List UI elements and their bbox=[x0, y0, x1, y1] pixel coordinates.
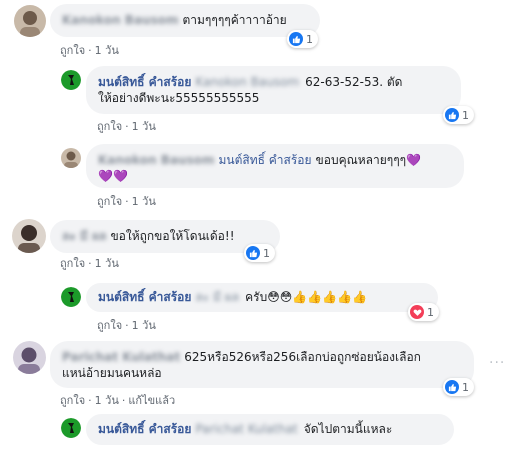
like-link[interactable]: ถูกใจ bbox=[60, 257, 85, 270]
avatar[interactable] bbox=[13, 341, 46, 374]
comment-actions: ถูกใจ · 1 วัน bbox=[97, 195, 156, 208]
like-link[interactable]: ถูกใจ bbox=[97, 120, 122, 133]
avatar[interactable] bbox=[61, 148, 81, 168]
reaction-count: 1 bbox=[427, 305, 434, 319]
more-options-icon[interactable]: ··· bbox=[489, 355, 505, 371]
mention-tag[interactable]: มนต์สิทธิ์ คำสร้อย bbox=[218, 153, 311, 167]
timestamp[interactable]: 1 วัน bbox=[95, 44, 119, 57]
comment-bubble: มนต์สิทธิ์ คำสร้อย Parichat Kulathat จัดไป… bbox=[86, 414, 454, 445]
comment-bubble: Kanokon Bausom มนต์สิทธิ์ คำสร้อย ขอบคุณหล… bbox=[86, 144, 464, 188]
reaction-badge[interactable]: 1 bbox=[408, 303, 439, 321]
comment-text-line-1: ขอบคุณหลายๆๆๆ💜 bbox=[315, 153, 422, 167]
like-icon bbox=[445, 108, 459, 122]
like-link[interactable]: ถูกใจ bbox=[60, 44, 85, 57]
comment-text: ตามๆๆๆๆค้าาาาอ้าย bbox=[182, 13, 287, 27]
comment-actions: ถูกใจ · 1 วัน · แก้ไขแล้ว bbox=[60, 394, 176, 407]
comment-text-line-1: 625หรือ526หรือ256เลือกบ่อถูกซ่อยน้องเลือ… bbox=[184, 350, 421, 364]
timestamp[interactable]: 1 วัน bbox=[132, 195, 156, 208]
comment-actions: ถูกใจ · 1 วัน bbox=[97, 120, 156, 133]
comment-author[interactable]: มนต์สิทธิ์ คำสร้อย bbox=[98, 75, 191, 89]
comment-author[interactable]: Kanokon Bausom bbox=[98, 153, 214, 167]
reaction-badge[interactable]: 1 bbox=[244, 244, 275, 262]
comment-actions: ถูกใจ · 1 วัน bbox=[60, 257, 119, 270]
comment-author[interactable]: Kanokon Bausom bbox=[62, 13, 178, 27]
comment-bubble: Parichat Kulathat 625หรือ526หรือ256เลือกบ… bbox=[50, 341, 474, 388]
avatar[interactable] bbox=[61, 70, 81, 90]
like-icon bbox=[289, 32, 303, 46]
reaction-count: 1 bbox=[263, 246, 270, 260]
comment-author[interactable]: มนต์สิทธิ์ คำสร้อย bbox=[98, 290, 191, 304]
comment-text: ขอให้ถูกขอให้โดนเด้อ!! bbox=[110, 229, 235, 243]
mention-tag[interactable]: Kanokon Bausom bbox=[195, 75, 299, 89]
comment-author[interactable]: ละ มี ผล bbox=[62, 229, 106, 243]
comment-bubble: มนต์สิทธิ์ คำสร้อย Kanokon Bausom 62-63-52… bbox=[86, 66, 461, 114]
comment-bubble: มนต์สิทธิ์ คำสร้อย ละ มี ผล ครับ😳😳👍👍👍👍👍 bbox=[86, 283, 438, 312]
like-link[interactable]: ถูกใจ bbox=[60, 394, 85, 407]
like-icon bbox=[445, 380, 459, 394]
timestamp[interactable]: 1 วัน bbox=[132, 319, 156, 332]
reaction-count: 1 bbox=[462, 380, 469, 394]
like-icon bbox=[246, 246, 260, 260]
comment-text-line-2: แหน่อ้ายมนคนหล่อ bbox=[62, 366, 162, 380]
comment-text-line-2: ให้อย่างดีพะนะ55555555555 bbox=[98, 91, 260, 105]
timestamp[interactable]: 1 วัน bbox=[95, 394, 119, 407]
avatar[interactable] bbox=[12, 219, 46, 253]
comment-author[interactable]: Parichat Kulathat bbox=[62, 350, 180, 364]
comment-text-line-2: 💜💜 bbox=[98, 169, 128, 183]
comment-text: จัดไปตามนี้แหละ bbox=[303, 422, 393, 436]
timestamp[interactable]: 1 วัน bbox=[132, 120, 156, 133]
timestamp[interactable]: 1 วัน bbox=[95, 257, 119, 270]
reaction-badge[interactable]: 1 bbox=[443, 106, 474, 124]
comment-text: ครับ😳😳👍👍👍👍👍 bbox=[245, 290, 367, 304]
comment-actions: ถูกใจ · 1 วัน bbox=[97, 319, 156, 332]
mention-tag[interactable]: ละ มี ผล bbox=[195, 290, 239, 304]
avatar[interactable] bbox=[14, 5, 46, 37]
edited-label[interactable]: แก้ไขแล้ว bbox=[128, 394, 175, 407]
reaction-badge[interactable]: 1 bbox=[287, 30, 318, 48]
avatar[interactable] bbox=[61, 418, 81, 438]
avatar[interactable] bbox=[61, 287, 81, 307]
love-icon bbox=[410, 305, 424, 319]
comment-text-line-1: 62-63-52-53. ตัด bbox=[305, 75, 403, 89]
mention-tag[interactable]: Parichat Kulathat bbox=[195, 422, 297, 436]
comment-actions: ถูกใจ · 1 วัน bbox=[60, 44, 119, 57]
reaction-count: 1 bbox=[306, 32, 313, 46]
like-link[interactable]: ถูกใจ bbox=[97, 195, 122, 208]
reaction-badge[interactable]: 1 bbox=[443, 378, 474, 396]
like-link[interactable]: ถูกใจ bbox=[97, 319, 122, 332]
comment-bubble: Kanokon Bausom ตามๆๆๆๆค้าาาาอ้าย bbox=[50, 4, 320, 37]
comment-author[interactable]: มนต์สิทธิ์ คำสร้อย bbox=[98, 422, 191, 436]
reaction-count: 1 bbox=[462, 108, 469, 122]
